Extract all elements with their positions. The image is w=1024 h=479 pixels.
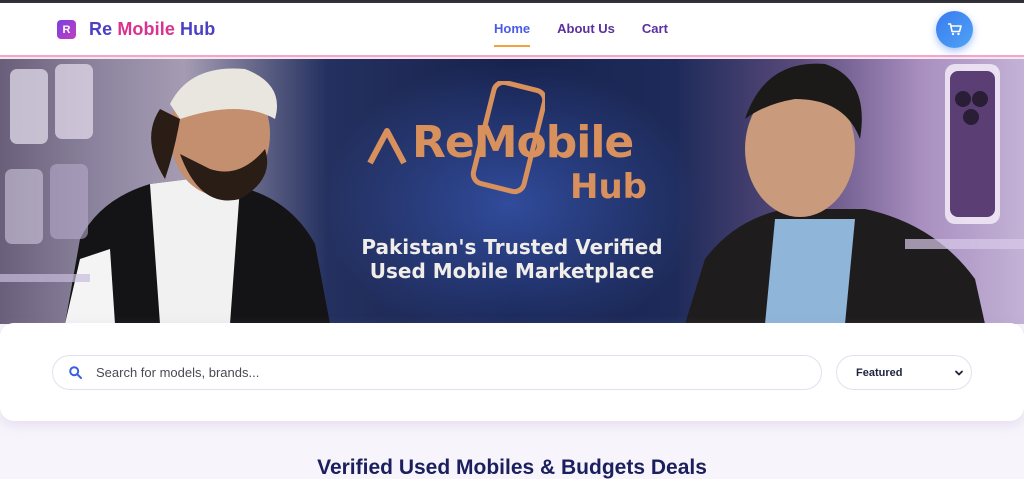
- nav-cart[interactable]: Cart: [642, 21, 668, 43]
- hero-tagline-line2: Used Mobile Marketplace: [369, 259, 655, 283]
- cart-icon: [947, 23, 962, 36]
- search-icon: [69, 366, 82, 379]
- hero-logo-text-remobile: ReMobile: [412, 117, 634, 168]
- main-nav: Home About Us Cart: [494, 21, 695, 47]
- cart-button[interactable]: [936, 11, 973, 48]
- brand[interactable]: R Re Mobile Hub: [57, 19, 215, 40]
- sort-selected-value: Featured: [856, 366, 903, 379]
- hero-banner: ReMobile Hub Pakistan's Trusted Verified…: [0, 59, 1024, 324]
- search-box[interactable]: [52, 355, 822, 390]
- chevron-down-icon: [955, 370, 963, 376]
- brand-name-re: Re: [89, 19, 113, 39]
- hero-recycle-icon: [367, 128, 407, 165]
- search-input[interactable]: [96, 365, 776, 380]
- section-title: Verified Used Mobiles & Budgets Deals: [317, 456, 707, 479]
- hero-logo-text-hub: Hub: [570, 167, 647, 207]
- hero-tagline-line1: Pakistan's Trusted Verified: [361, 235, 663, 259]
- nav-about-us[interactable]: About Us: [557, 21, 615, 43]
- brand-name: Re Mobile Hub: [89, 19, 215, 40]
- navbar: R Re Mobile Hub Home About Us Cart: [0, 3, 1024, 57]
- hero-phones-left: [0, 64, 93, 282]
- hero-phones-right: [905, 64, 1024, 249]
- brand-name-mobile: Mobile: [117, 19, 175, 39]
- brand-name-hub: Hub: [180, 19, 216, 39]
- nav-home[interactable]: Home: [494, 21, 531, 47]
- brand-logo-icon: R: [57, 20, 76, 39]
- search-panel: Featured: [0, 323, 1024, 421]
- sort-select[interactable]: Featured: [836, 355, 972, 390]
